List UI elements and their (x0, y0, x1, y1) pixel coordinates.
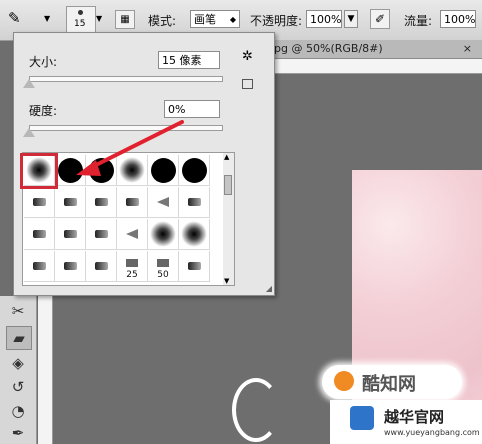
watermark-logo-icon (334, 371, 354, 391)
scroll-down-icon[interactable]: ▼ (224, 277, 229, 285)
mode-select[interactable]: 画笔 ◆ (190, 10, 240, 28)
pressure-opacity-icon[interactable]: ✐ (370, 9, 390, 29)
size-label: 大小: (29, 55, 58, 69)
size-slider-thumb[interactable] (23, 79, 35, 88)
watermark-banner: 越华官网 www.yueyangbang.com (330, 400, 482, 444)
flow-label: 流量: (404, 14, 433, 28)
scroll-thumb[interactable] (224, 175, 232, 195)
soft-round-brush-icon[interactable] (117, 155, 148, 186)
soft-round-brush-icon[interactable] (148, 219, 179, 250)
brush-tip-icon[interactable] (24, 219, 55, 250)
healing-brush-icon[interactable]: ✂ (6, 300, 30, 322)
mode-stepper-icon: ◆ (229, 15, 236, 24)
preset-scrollbar[interactable]: ▲ ▼ (223, 152, 235, 286)
brush-tip-icon[interactable] (24, 251, 55, 282)
hard-round-brush-icon[interactable] (179, 155, 210, 186)
pen-icon[interactable]: ✒ (6, 422, 30, 444)
brush-preset-picker[interactable]: 15 (66, 6, 96, 34)
brush-size-readout: 15 (74, 19, 86, 29)
hard-round-brush-icon[interactable] (55, 155, 86, 186)
panel-settings-gear-icon[interactable]: ✲ (242, 49, 253, 64)
close-icon[interactable]: × (463, 42, 472, 55)
brush-preset-0[interactable]: 25 (117, 251, 148, 282)
dodge-icon[interactable]: ◔ (6, 400, 30, 422)
opacity-label: 不透明度: (250, 14, 303, 28)
brush-tip-icon[interactable] (86, 187, 117, 218)
brush-panel-toggle-icon[interactable]: ▦ (115, 10, 135, 29)
feather-logo-icon (232, 378, 280, 442)
opacity-input[interactable]: 100% (306, 10, 342, 28)
brush-picker-arrow-icon[interactable]: ▼ (96, 14, 102, 23)
flow-input[interactable]: 100% (440, 10, 476, 28)
blur-icon[interactable]: ↺ (6, 376, 30, 398)
watermark-site-name: 酷知网 (362, 374, 416, 395)
paint-bucket-icon[interactable]: ◈ (6, 352, 30, 374)
mode-label: 模式: (148, 14, 177, 28)
brush-preset-number: 50 (157, 270, 169, 280)
brush-tip-icon[interactable] (55, 219, 86, 250)
brush-tip-icon[interactable] (179, 187, 210, 218)
brush-tip-icon[interactable] (179, 251, 210, 282)
size-input[interactable]: 15 像素 (158, 51, 220, 69)
hardness-label: 硬度: (29, 104, 58, 118)
brush-tip-icon[interactable] (55, 251, 86, 282)
brush-tip-icon[interactable] (86, 219, 117, 250)
brush-tip-icon[interactable] (86, 251, 117, 282)
hard-round-brush-icon[interactable] (148, 155, 179, 186)
hardness-input[interactable]: 0% (164, 100, 220, 118)
watermark-site-name-2: 越华官网 (384, 408, 445, 426)
hardness-slider-thumb[interactable] (23, 128, 35, 137)
hardness-slider[interactable] (29, 125, 223, 131)
new-preset-icon[interactable] (242, 79, 253, 89)
brush-tip-icon (78, 10, 83, 15)
watermark-logo-2-icon (350, 406, 374, 430)
brush-preset-number: 25 (126, 270, 138, 280)
selected-preset-highlight (20, 153, 58, 189)
brush-tip-icon[interactable] (24, 187, 55, 218)
tool-preset-dropdown[interactable]: ▼ (44, 14, 50, 23)
watermark-badge: 酷知网 (322, 365, 462, 399)
fan-brush-icon[interactable] (148, 187, 179, 218)
brush-tool-icon[interactable]: ✎ (8, 9, 30, 27)
size-slider[interactable] (29, 76, 223, 82)
eraser-icon[interactable]: ▰ (6, 326, 32, 350)
scroll-up-icon[interactable]: ▲ (224, 153, 229, 161)
brush-preset-1[interactable]: 50 (148, 251, 179, 282)
document-tab-title: jpg @ 50%(RGB/8#) (271, 42, 383, 55)
brush-tip-icon[interactable] (55, 187, 86, 218)
hard-round-brush-icon[interactable] (86, 155, 117, 186)
toolbox: ✂ ▰ ◈ ↺ ◔ ✒ (0, 296, 37, 444)
panel-resize-handle-icon[interactable]: ◢ (266, 284, 272, 293)
watermark-url: www.yueyangbang.com (384, 428, 480, 437)
opacity-dropdown-icon[interactable]: ▼ (344, 10, 358, 28)
horizontal-ruler (268, 59, 482, 74)
soft-round-brush-icon[interactable] (179, 219, 210, 250)
brush-tip-icon[interactable] (117, 187, 148, 218)
document-tab[interactable]: jpg @ 50%(RGB/8#) × (268, 40, 482, 59)
fan-brush-icon[interactable] (117, 219, 148, 250)
mode-value: 画笔 (194, 13, 216, 26)
